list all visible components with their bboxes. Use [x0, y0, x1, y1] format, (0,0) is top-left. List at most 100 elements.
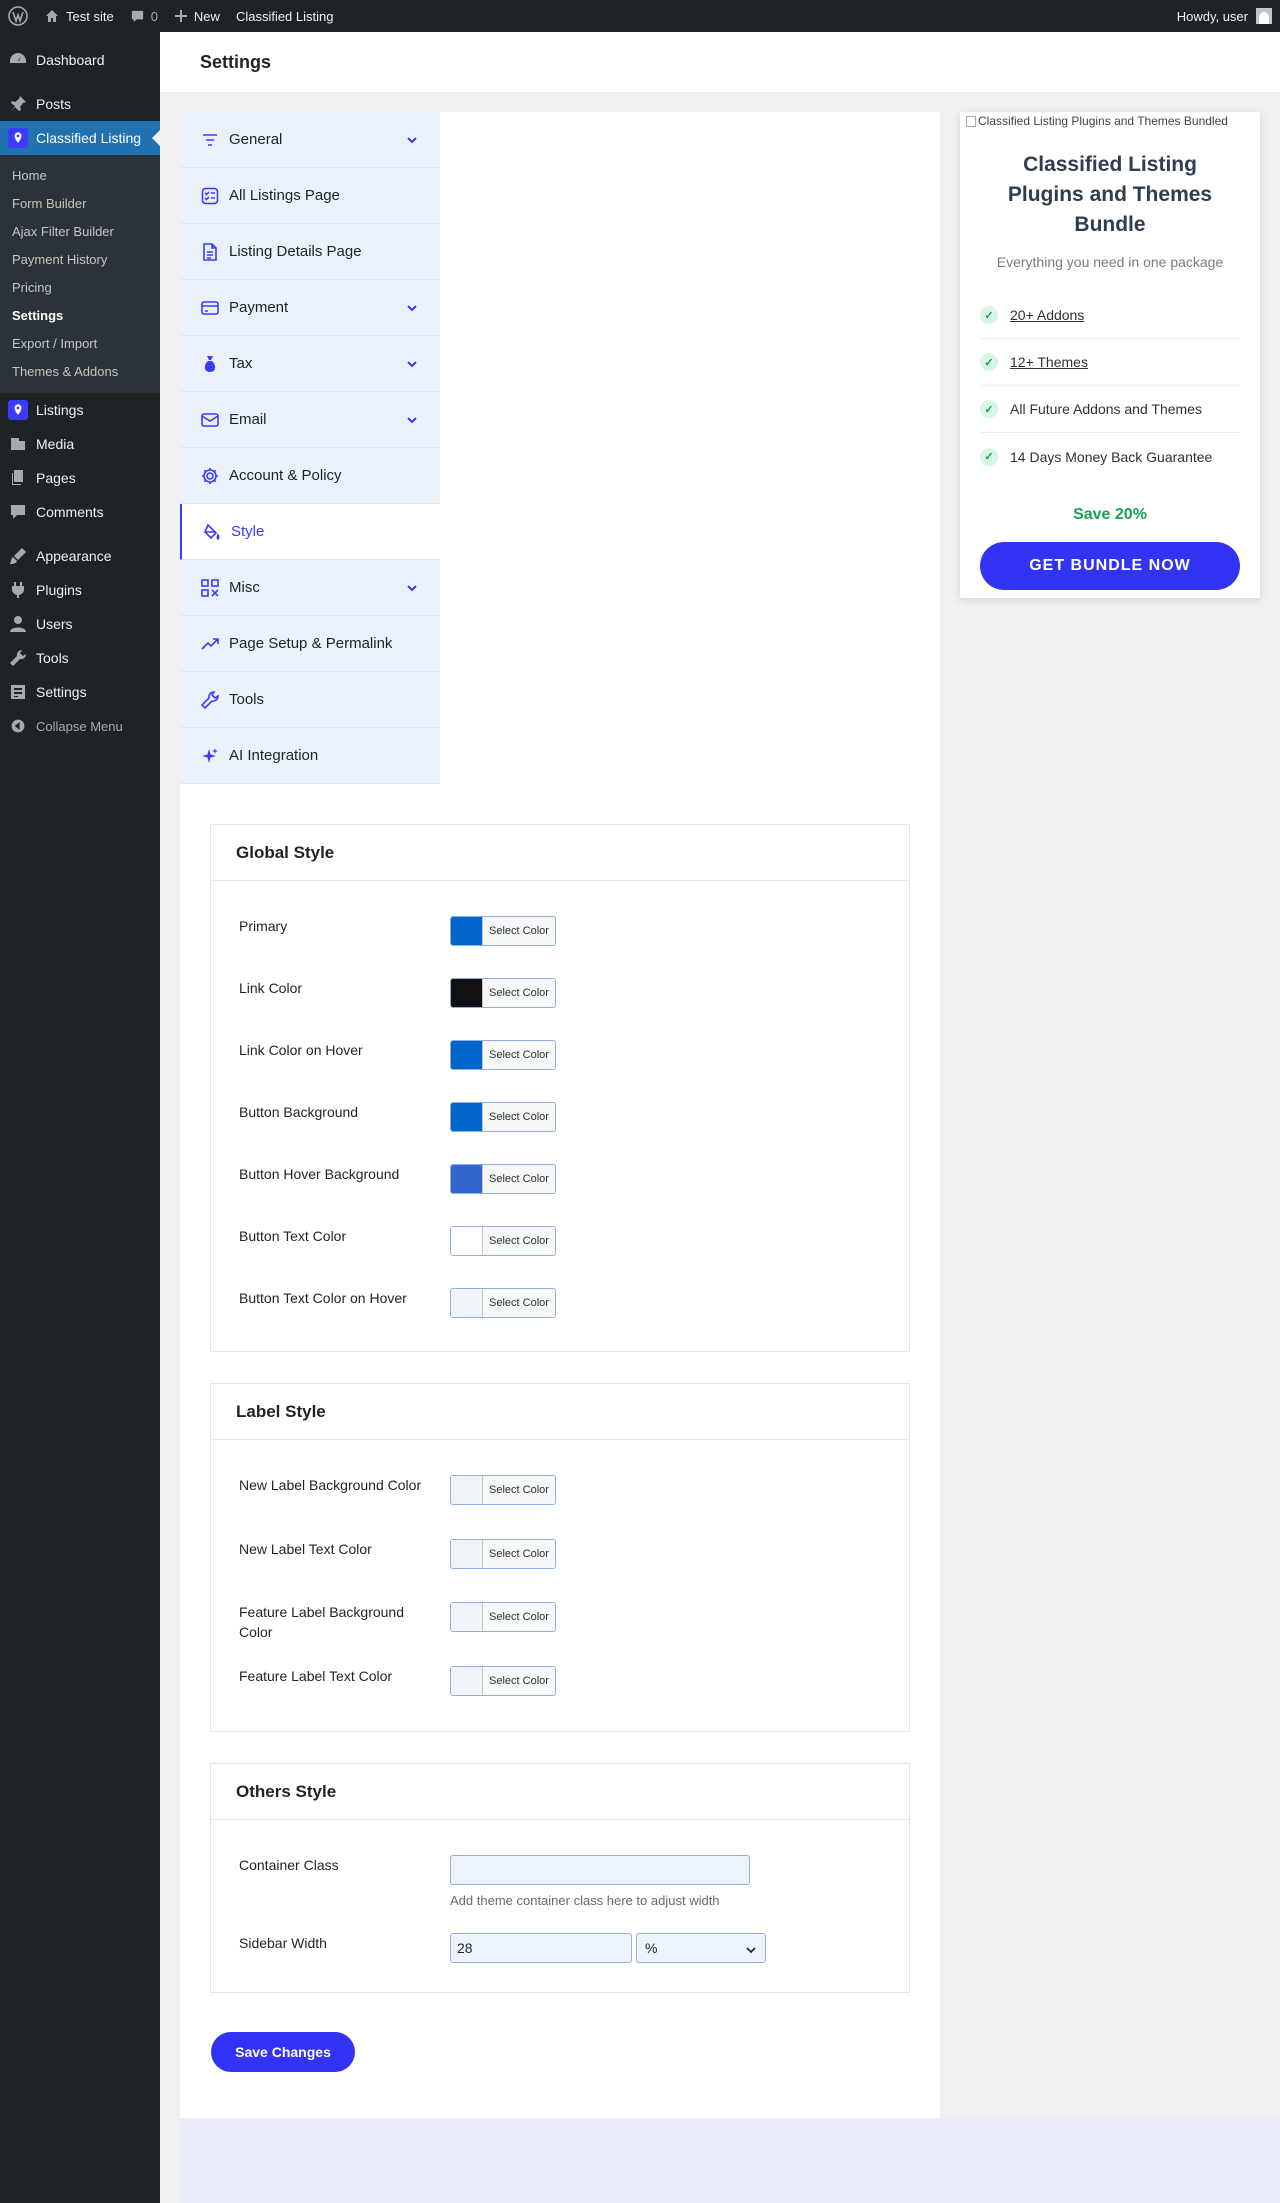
- submenu-ajax-filter-builder[interactable]: Ajax Filter Builder: [0, 218, 160, 246]
- collapse-menu-button[interactable]: Collapse Menu: [0, 709, 160, 743]
- submenu-payment-history[interactable]: Payment History: [0, 246, 160, 274]
- menu-label: Listings: [36, 402, 84, 418]
- tab-page-setup-permalink[interactable]: Page Setup & Permalink: [180, 616, 440, 672]
- howdy-text: Howdy, user: [1176, 8, 1248, 24]
- menu-listings[interactable]: Listings: [0, 393, 160, 427]
- menu-plugins[interactable]: Plugins: [0, 573, 160, 607]
- color-swatch: [451, 1667, 483, 1695]
- menu-pages[interactable]: Pages: [0, 461, 160, 495]
- page-title: Settings: [200, 51, 272, 72]
- color-picker[interactable]: Select Color: [450, 1040, 556, 1070]
- new-content-link[interactable]: New: [166, 0, 228, 32]
- list-item: ✓ 14 Days Money Back Guarantee: [980, 433, 1240, 480]
- color-picker[interactable]: Select Color: [450, 1475, 556, 1505]
- tab-general[interactable]: General: [180, 112, 440, 168]
- select-color-text: Select Color: [483, 917, 555, 945]
- sidebar-width-input[interactable]: 28: [450, 1933, 632, 1963]
- tab-all-listings-page[interactable]: All Listings Page: [180, 168, 440, 224]
- check-icon: ✓: [980, 353, 998, 371]
- menu-dashboard[interactable]: Dashboard: [0, 43, 160, 77]
- tab-label: Misc: [229, 579, 260, 596]
- container-class-input[interactable]: [450, 1855, 750, 1885]
- sidebar-width-unit-select[interactable]: %: [636, 1933, 766, 1963]
- promo-save-text: Save 20%: [1073, 506, 1147, 523]
- plugin-link[interactable]: Classified Listing: [228, 0, 342, 32]
- gear-icon: [202, 467, 218, 484]
- list-item: ✓ 20+ Addons: [980, 292, 1240, 339]
- tab-style[interactable]: Style: [180, 504, 440, 560]
- submenu-settings[interactable]: Settings: [0, 302, 160, 330]
- color-picker[interactable]: Select Color: [450, 1102, 556, 1132]
- tab-label: AI Integration: [229, 747, 319, 764]
- comments-icon: [11, 505, 25, 519]
- get-bundle-button[interactable]: GET BUNDLE NOW: [980, 542, 1240, 590]
- tab-ai-integration[interactable]: AI Integration: [180, 728, 440, 784]
- feature-link[interactable]: 20+ Addons: [1010, 307, 1084, 323]
- comments-count: 0: [150, 8, 158, 24]
- wordpress-logo-icon[interactable]: [0, 0, 36, 32]
- tab-label: General: [229, 131, 283, 148]
- global-style-title: Global Style: [211, 825, 909, 881]
- global-style-card: Global Style Primary Select Color Link C…: [210, 824, 910, 1352]
- save-changes-button[interactable]: Save Changes: [211, 2032, 355, 2072]
- color-picker[interactable]: Select Color: [450, 1226, 556, 1256]
- submenu-home[interactable]: Home: [0, 162, 160, 190]
- submenu-export-import[interactable]: Export / Import: [0, 330, 160, 358]
- menu-comments[interactable]: Comments: [0, 495, 160, 529]
- money-bag-icon: [204, 355, 216, 372]
- select-color-text: Select Color: [483, 1165, 555, 1193]
- menu-tools[interactable]: Tools: [0, 641, 160, 675]
- paintbrush-icon: [10, 548, 26, 564]
- tab-tools[interactable]: Tools: [180, 672, 440, 728]
- menu-label: Dashboard: [36, 52, 105, 68]
- field-label: Primary: [239, 918, 288, 934]
- check-icon: ✓: [980, 447, 998, 466]
- chevron-down-icon: [407, 137, 417, 144]
- tab-account-policy[interactable]: Account & Policy: [180, 448, 440, 504]
- tab-misc[interactable]: Misc: [180, 560, 440, 616]
- color-swatch: [451, 1476, 483, 1504]
- select-color-text: Select Color: [483, 1103, 555, 1131]
- tab-email[interactable]: Email: [180, 392, 440, 448]
- menu-media[interactable]: Media: [0, 427, 160, 461]
- site-name-link[interactable]: Test site: [36, 0, 122, 32]
- menu-classified-listing[interactable]: Classified Listing: [0, 121, 160, 155]
- color-picker[interactable]: Select Color: [450, 1602, 556, 1632]
- color-picker[interactable]: Select Color: [450, 978, 556, 1008]
- color-picker[interactable]: Select Color: [450, 916, 556, 946]
- settings-sliders-icon: [11, 685, 25, 699]
- select-color-text: Select Color: [483, 979, 555, 1007]
- color-picker[interactable]: Select Color: [450, 1539, 556, 1569]
- selected-unit: %: [645, 1940, 658, 1956]
- tab-label: Listing Details Page: [229, 243, 362, 260]
- label-style-title: Label Style: [211, 1384, 909, 1440]
- color-swatch: [451, 1227, 483, 1255]
- comments-link[interactable]: 0: [122, 0, 166, 32]
- tab-listing-details-page[interactable]: Listing Details Page: [180, 224, 440, 280]
- color-swatch: [451, 979, 483, 1007]
- tab-tax[interactable]: Tax: [180, 336, 440, 392]
- collapse-arrow-icon: [11, 719, 25, 733]
- submenu-themes-addons[interactable]: Themes & Addons: [0, 358, 160, 386]
- trend-up-icon: [201, 637, 219, 650]
- menu-settings[interactable]: Settings: [0, 675, 160, 709]
- envelope-icon: [201, 412, 219, 427]
- menu-appearance[interactable]: Appearance: [0, 539, 160, 573]
- field-label: New Label Text Color: [239, 1541, 372, 1557]
- menu-posts[interactable]: Posts: [0, 87, 160, 121]
- dashboard-gauge-icon: [10, 53, 26, 63]
- classified-listing-submenu: Home Form Builder Ajax Filter Builder Pa…: [0, 155, 160, 393]
- bundle-promo-card: Classified Listing Plugins and Themes Bu…: [960, 112, 1260, 598]
- color-swatch: [451, 1603, 483, 1631]
- color-picker[interactable]: Select Color: [450, 1288, 556, 1318]
- feature-link[interactable]: 12+ Themes: [1010, 354, 1088, 370]
- submenu-form-builder[interactable]: Form Builder: [0, 190, 160, 218]
- color-picker[interactable]: Select Color: [450, 1666, 556, 1696]
- tab-payment[interactable]: Payment: [180, 280, 440, 336]
- paint-bucket-icon: [204, 523, 220, 540]
- tab-label: Tax: [229, 355, 253, 372]
- submenu-pricing[interactable]: Pricing: [0, 274, 160, 302]
- color-picker[interactable]: Select Color: [450, 1164, 556, 1194]
- menu-users[interactable]: Users: [0, 607, 160, 641]
- account-menu[interactable]: Howdy, user: [1177, 8, 1280, 24]
